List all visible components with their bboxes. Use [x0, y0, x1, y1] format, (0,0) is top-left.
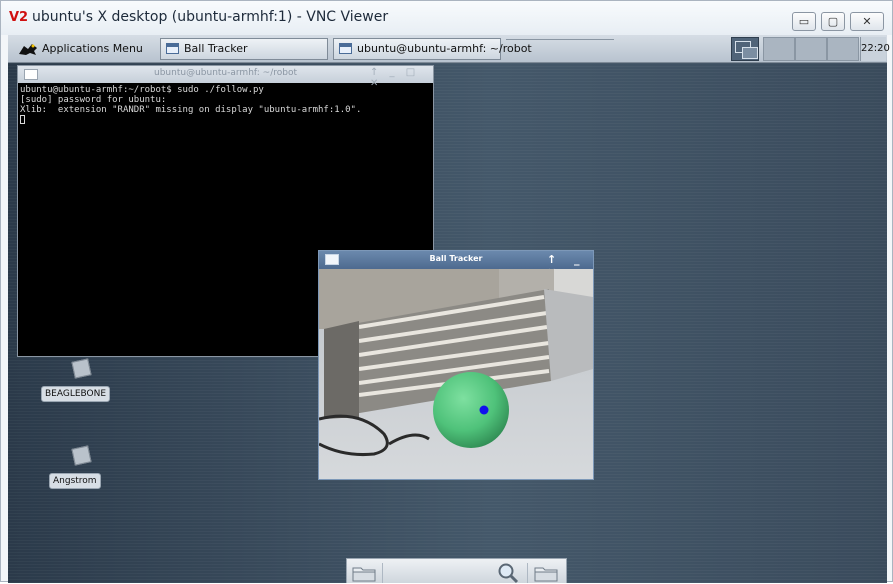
- terminal-line: [sudo] password for ubuntu:: [20, 95, 167, 105]
- workspace-3[interactable]: [827, 37, 859, 61]
- desktop-icon-beaglebone[interactable]: BEAGLEBONE: [38, 358, 128, 420]
- taskbar-item-ball-tracker[interactable]: Ball Tracker: [160, 38, 328, 60]
- remote-desktop[interactable]: Applications Menu Ball Tracker ubuntu@ub…: [8, 35, 890, 584]
- dock-separator: [527, 563, 528, 583]
- show-desktop-icon[interactable]: [731, 37, 759, 61]
- panel-separator: [506, 39, 614, 41]
- desktop-icon-angstrom[interactable]: Angstrom: [38, 445, 128, 507]
- vnc-titlebar[interactable]: V2 ubuntu's X desktop (ubuntu-armhf:1) -…: [1, 1, 892, 35]
- taskbar-item-label: ubuntu@ubuntu-armhf: ~/robot: [357, 42, 532, 55]
- vnc-logo-icon: V2: [9, 10, 29, 25]
- maximize-button[interactable]: ▢: [821, 12, 845, 31]
- panel-clock[interactable]: 22:20: [860, 37, 890, 61]
- ball-tracker-titlebar[interactable]: Ball Tracker ↑ _ ✕: [319, 251, 593, 279]
- drive-icon: [71, 445, 92, 466]
- ball-tracker-window[interactable]: Ball Tracker ↑ _ ✕: [318, 250, 594, 480]
- camera-frame-image: [319, 269, 593, 479]
- bottom-dock: [346, 558, 567, 584]
- drive-icon: [71, 358, 92, 379]
- folder-icon[interactable]: [534, 564, 558, 582]
- applications-menu-button[interactable]: Applications Menu: [10, 37, 158, 61]
- workspace-2[interactable]: [795, 37, 827, 61]
- applications-menu-label: Applications Menu: [42, 42, 143, 55]
- terminal-line: ubuntu@ubuntu-armhf:~/robot$ sudo ./foll…: [20, 85, 264, 95]
- taskbar-item-label: Ball Tracker: [184, 42, 248, 55]
- camera-feed: [319, 269, 593, 479]
- window-icon: [339, 43, 352, 54]
- dock-separator: [382, 563, 383, 583]
- terminal-cursor: [20, 115, 25, 124]
- vnc-window-title: ubuntu's X desktop (ubuntu-armhf:1) - VN…: [32, 9, 389, 25]
- taskbar-item-terminal[interactable]: ubuntu@ubuntu-armhf: ~/robot: [333, 38, 532, 60]
- workspace-1[interactable]: [763, 37, 795, 61]
- window-icon: [166, 43, 179, 54]
- terminal-line: Xlib: extension "RANDR" missing on displ…: [20, 105, 362, 115]
- mouse-logo-icon: [19, 44, 37, 55]
- vnc-viewer-window: V2 ubuntu's X desktop (ubuntu-armhf:1) -…: [0, 0, 893, 584]
- terminal-titlebar[interactable]: ubuntu@ubuntu-armhf: ~/robot ↑ _ □ ✕: [18, 66, 433, 89]
- top-panel: Applications Menu Ball Tracker ubuntu@ub…: [8, 35, 890, 63]
- search-icon[interactable]: [497, 562, 519, 584]
- desktop-icon-label: Angstrom: [49, 473, 101, 489]
- close-button[interactable]: ✕: [850, 12, 884, 31]
- desktop-icon-label: BEAGLEBONE: [41, 386, 111, 402]
- folder-icon[interactable]: [352, 564, 376, 582]
- minimize-button[interactable]: ▭: [792, 12, 816, 31]
